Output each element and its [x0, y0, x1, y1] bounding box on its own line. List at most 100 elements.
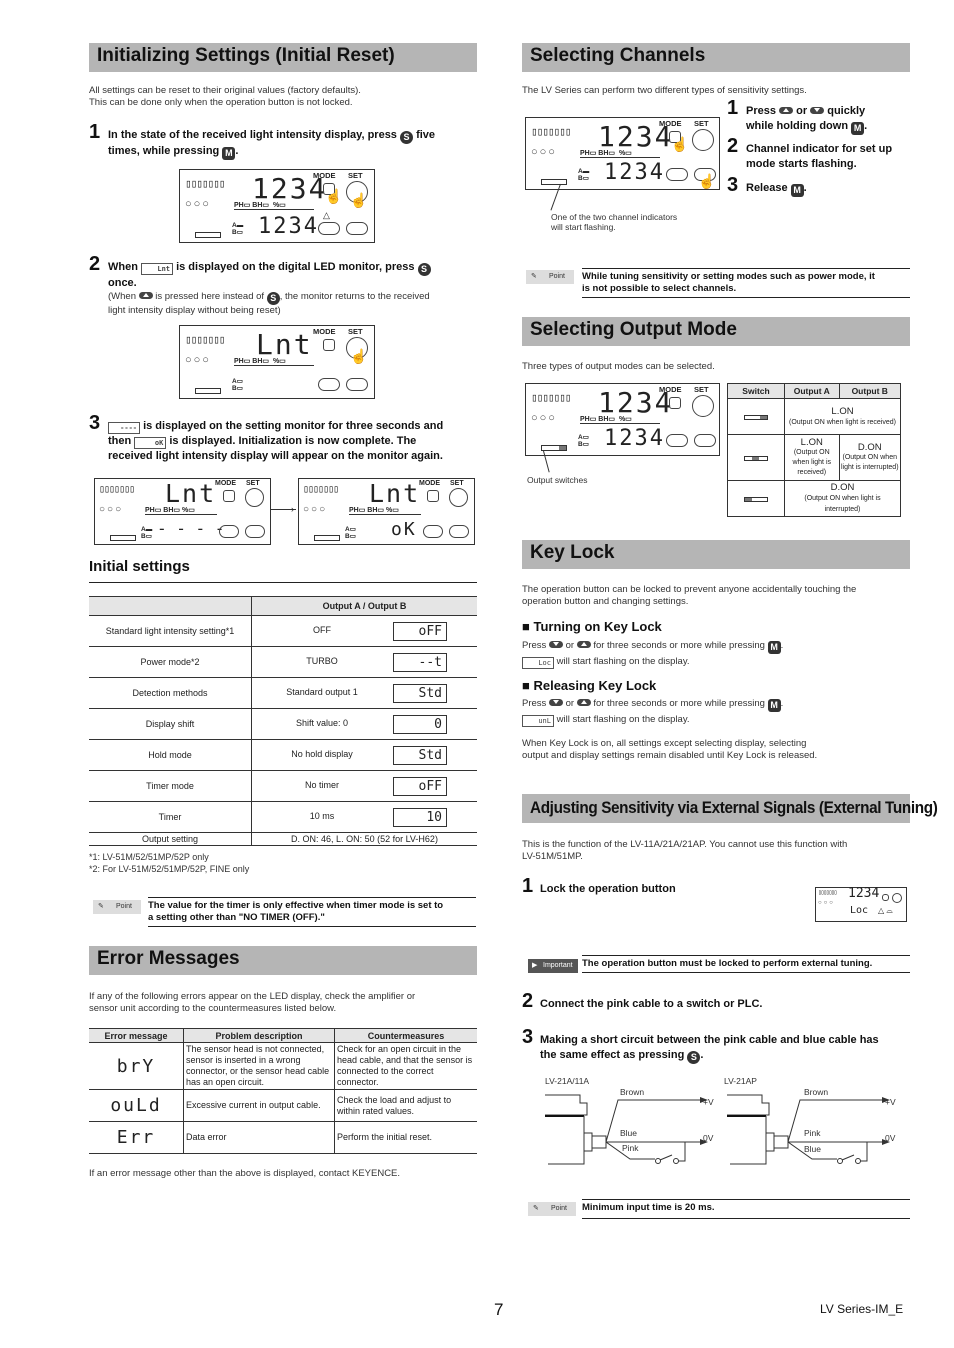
- bar-indicator: ▯▯▯▯▯▯▯: [818, 889, 837, 896]
- errors-footer: If an error message other than the above…: [89, 1168, 401, 1179]
- header-cell: Countermeasures: [367, 1030, 445, 1041]
- indicator-lamps: ○○○: [818, 900, 835, 906]
- step-text: Channel indicator for set up mode starts…: [746, 143, 893, 170]
- initial-settings-table: Output A / Output B Standard light inten…: [89, 596, 477, 846]
- step-number: 1: [727, 97, 739, 119]
- note-line: output and display settings remain disab…: [522, 750, 818, 761]
- switch-cell: [727, 398, 785, 435]
- ph-bh-indicator: PH▭ BH▭ %▭: [349, 506, 421, 515]
- finger-icon: ☝: [671, 136, 689, 152]
- text: then: [108, 435, 132, 447]
- down-button: [346, 378, 368, 391]
- bar-indicator: ▯▯▯▯▯▯▯: [185, 333, 225, 346]
- set-label: SET: [694, 119, 709, 128]
- ch-b: B: [345, 533, 350, 540]
- switch-cell: [727, 480, 785, 517]
- pct-label: %: [272, 202, 280, 209]
- table-row: Detection methods Standard output 1 Std: [89, 677, 478, 709]
- down-button: [449, 525, 469, 538]
- ph-label: PH: [234, 358, 244, 365]
- output-intro: Three types of output modes can be selec…: [522, 361, 715, 372]
- step-text: Release M.: [746, 182, 807, 197]
- intro-line: This is the function of the LV-11A/21A/2…: [522, 839, 848, 850]
- mode-button-icon: M: [767, 699, 781, 712]
- finger-icon: ☝: [325, 188, 343, 204]
- text: the same effect as pressing: [540, 1049, 685, 1061]
- ph-bh-indicator: PH▭ BH▭ %▭: [234, 201, 314, 210]
- down-button: [694, 434, 716, 447]
- step-number: 2: [522, 990, 534, 1012]
- header-cell: Error message: [89, 1028, 184, 1043]
- up-button: [423, 525, 443, 538]
- keylock-on-title: ■ Turning on Key Lock: [522, 619, 662, 634]
- wire-label: Pink: [622, 1143, 639, 1153]
- down-button-icon: [548, 699, 563, 706]
- text: will start flashing on the display.: [556, 656, 690, 667]
- setting-value-cell: No hold display Std: [252, 740, 478, 771]
- voltage-label: 0V: [885, 1133, 896, 1143]
- wiring-svg: [545, 1094, 708, 1165]
- setting-value-cell: Shift value: 0 0: [252, 709, 478, 740]
- wiring-svg: [727, 1094, 890, 1165]
- set-button: [245, 488, 264, 507]
- step-text: In the state of the received light inten…: [108, 129, 436, 160]
- main-display: 1234: [848, 886, 880, 901]
- set-button-icon: S: [687, 1051, 701, 1064]
- keylock-on-text: Press or for three seconds or more while…: [522, 640, 784, 669]
- important-tag: ▶ Important: [528, 959, 578, 973]
- setting-value-cell: 10 ms 10: [252, 802, 478, 833]
- output-switch: [314, 535, 340, 541]
- step-number: 2: [727, 135, 739, 157]
- mini-panel-diagram: ▯▯▯▯▯▯▯ 1234 ○○○ Loc △ ⌓: [815, 886, 907, 922]
- text: is displayed. Initialization is now comp…: [169, 435, 417, 447]
- text: Press: [746, 105, 776, 117]
- switch-left-icon: [744, 496, 768, 502]
- table-row: Hold mode No hold display Std: [89, 739, 478, 771]
- error-row: brY The sensor head is not connected, sen…: [89, 1042, 477, 1090]
- mode-button-icon: M: [790, 184, 804, 197]
- text: light intensity display without being re…: [108, 305, 281, 316]
- amplifier-panel-diagram: ▯▯▯▯▯▯▯ 1234 ○○○ PH▭ BH▭ %▭ A▭ B▭ 1234 MO…: [525, 383, 720, 456]
- initial-settings-title: Initial settings: [89, 558, 190, 575]
- ph-bh-indicator: PH▭ BH▭ %▭: [234, 357, 314, 366]
- led-display: 0: [393, 715, 447, 734]
- play-icon: ▶: [532, 962, 538, 969]
- sub-display: oK: [391, 519, 417, 540]
- channel-ab: A▬ B▭: [141, 526, 153, 540]
- setting-value-cell: OFF oFF: [252, 616, 478, 647]
- set-label: SET: [694, 385, 709, 394]
- countermeasure: Check for an open circuit in the head ca…: [337, 1044, 473, 1087]
- setting-value-cell: Standard output 1 Std: [252, 678, 478, 709]
- important-label: Important: [543, 962, 573, 969]
- mode-label: MODE: [419, 480, 440, 487]
- countermeasure: Check the load and adjust to within rate…: [337, 1094, 452, 1116]
- text: Press: [522, 640, 547, 651]
- footnotes: *1: LV-51M/52/51MP/52P only *2: For LV-5…: [89, 851, 249, 875]
- mode-button-icon: M: [851, 122, 865, 135]
- led-display-inline: ----: [108, 422, 140, 434]
- bar-indicator: ▯▯▯▯▯▯▯: [531, 125, 571, 138]
- amplifier-panel-diagram: ▯▯▯▯▯▯▯ Lnt ○○○ PH▭ BH▭ %▭ A▬ B▭ - - - - …: [94, 478, 271, 545]
- ph-bh-indicator: PH▭ BH▭ %▭: [145, 506, 217, 515]
- setting-name: Output setting: [89, 832, 252, 846]
- text: received light intensity display will ap…: [108, 450, 443, 462]
- keylock-note: When Key Lock is on, all settings except…: [522, 738, 817, 762]
- ph-bh-indicator: PH▭ BH▭ %▭: [580, 149, 660, 158]
- ch-a: A: [232, 222, 237, 229]
- finger-icon: ☝: [350, 348, 368, 364]
- output-switch: [195, 388, 221, 394]
- set-label: SET: [348, 171, 363, 180]
- document-id: LV Series-IM_E: [820, 1302, 904, 1316]
- step-text: ---- is displayed on the setting monitor…: [108, 419, 483, 464]
- mode-desc: (Output ON when light is interrupted): [804, 495, 881, 513]
- section-title: Selecting Channels: [530, 45, 706, 66]
- up-button-icon: [779, 107, 794, 114]
- point-note: The value for the timer is only effectiv…: [148, 897, 476, 927]
- text: or: [565, 640, 575, 651]
- amplifier-panel-diagram: ▯▯▯▯▯▯▯ Lnt ○○○ PH▭ BH▭ %▭ A▭ B▭ MODE SET…: [179, 325, 375, 399]
- setting-name: Power mode*2: [89, 646, 252, 678]
- setting-value: OFF: [313, 625, 331, 635]
- text: In the state of the received light inten…: [108, 129, 397, 141]
- up-button-icon: [138, 292, 153, 299]
- setting-value: TURBO: [306, 656, 338, 666]
